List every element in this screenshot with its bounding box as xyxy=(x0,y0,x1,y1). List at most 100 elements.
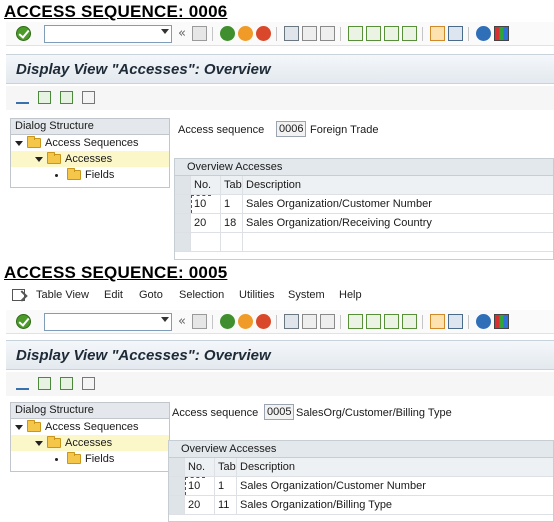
select-all-icon[interactable] xyxy=(82,91,95,104)
expand-triangle-icon[interactable] xyxy=(15,425,23,430)
cell-tab[interactable] xyxy=(221,233,243,251)
help-icon[interactable] xyxy=(476,26,491,41)
collapse-icon[interactable]: « xyxy=(178,314,186,329)
cell-description[interactable]: Sales Organization/Billing Type xyxy=(237,496,547,514)
save-icon[interactable] xyxy=(192,26,207,41)
access-sequence-field[interactable]: 0005 xyxy=(264,404,295,420)
cell-no[interactable]: 20 xyxy=(185,496,215,514)
row-selector[interactable] xyxy=(169,496,185,514)
menu-system[interactable]: System xyxy=(288,289,325,301)
row-selector[interactable] xyxy=(175,233,191,251)
find-icon[interactable] xyxy=(302,26,317,41)
first-page-icon[interactable] xyxy=(348,26,363,41)
table-row-empty[interactable] xyxy=(175,233,553,252)
cell-tab[interactable]: 1 xyxy=(215,477,237,495)
column-header-description[interactable]: Description xyxy=(243,176,553,194)
copy-icon[interactable] xyxy=(38,91,51,104)
cell-description[interactable] xyxy=(243,233,553,251)
menu-selection[interactable]: Selection xyxy=(179,289,224,301)
customize-layout-icon[interactable] xyxy=(494,314,509,329)
row-selector[interactable] xyxy=(169,477,185,495)
display-change-icon[interactable] xyxy=(16,91,29,104)
expand-triangle-icon[interactable] xyxy=(35,441,43,446)
tree-item-accesses[interactable]: Accesses xyxy=(11,435,169,451)
collapse-icon[interactable]: « xyxy=(178,26,186,41)
help-icon[interactable] xyxy=(476,314,491,329)
table-row[interactable]: 10 1 Sales Organization/Customer Number xyxy=(169,477,553,496)
back-icon[interactable] xyxy=(220,314,235,329)
cell-tab[interactable]: 18 xyxy=(221,214,243,232)
details-icon[interactable] xyxy=(60,91,73,104)
command-field[interactable] xyxy=(44,313,172,331)
table-row[interactable]: 10 1 Sales Organization/Customer Number xyxy=(175,195,553,214)
menu-table-view[interactable]: Table View xyxy=(36,289,89,301)
last-page-icon[interactable] xyxy=(402,26,417,41)
find-icon[interactable] xyxy=(302,314,317,329)
table-row[interactable]: 20 11 Sales Organization/Billing Type xyxy=(169,496,553,515)
tree-item-access-sequences[interactable]: Access Sequences xyxy=(11,419,169,435)
next-page-icon[interactable] xyxy=(384,314,399,329)
tree-item-accesses[interactable]: Accesses xyxy=(11,151,169,167)
first-page-icon[interactable] xyxy=(348,314,363,329)
menu-goto[interactable]: Goto xyxy=(139,289,163,301)
cancel-icon[interactable] xyxy=(256,314,271,329)
column-header-no[interactable]: No. xyxy=(191,176,221,194)
select-all-rows-button[interactable] xyxy=(175,176,191,194)
exit-icon[interactable] xyxy=(238,26,253,41)
select-all-icon[interactable] xyxy=(82,377,95,390)
separator xyxy=(422,315,423,329)
customize-layout-icon[interactable] xyxy=(494,26,509,41)
expand-triangle-icon[interactable] xyxy=(35,157,43,162)
shortcut-icon[interactable] xyxy=(448,314,463,329)
previous-page-icon[interactable] xyxy=(366,26,381,41)
back-icon[interactable] xyxy=(220,26,235,41)
next-page-icon[interactable] xyxy=(384,26,399,41)
cell-description[interactable]: Sales Organization/Customer Number xyxy=(243,195,553,213)
exit-icon[interactable] xyxy=(238,314,253,329)
tree-item-access-sequences[interactable]: Access Sequences xyxy=(11,135,169,151)
menu-help[interactable]: Help xyxy=(339,289,362,301)
copy-icon[interactable] xyxy=(38,377,51,390)
cell-description[interactable]: Sales Organization/Receiving Country xyxy=(243,214,553,232)
column-header-tab[interactable]: Tab xyxy=(215,458,237,476)
column-header-description[interactable]: Description xyxy=(237,458,547,476)
cell-no[interactable] xyxy=(191,233,221,251)
find-next-icon[interactable] xyxy=(320,26,335,41)
print-icon[interactable] xyxy=(284,314,299,329)
save-icon[interactable] xyxy=(192,314,207,329)
menu-utilities[interactable]: Utilities xyxy=(239,289,274,301)
enter-icon[interactable] xyxy=(16,26,31,41)
cell-tab[interactable]: 11 xyxy=(215,496,237,514)
row-selector[interactable] xyxy=(175,214,191,232)
details-icon[interactable] xyxy=(60,377,73,390)
command-field[interactable] xyxy=(44,25,172,43)
cell-tab[interactable]: 1 xyxy=(221,195,243,213)
cell-no[interactable]: 20 xyxy=(191,214,221,232)
column-header-tab[interactable]: Tab xyxy=(221,176,243,194)
access-sequence-field[interactable]: 0006 xyxy=(276,121,307,137)
cancel-icon[interactable] xyxy=(256,26,271,41)
enter-icon[interactable] xyxy=(16,314,31,329)
menu-icon[interactable] xyxy=(12,289,25,301)
last-page-icon[interactable] xyxy=(402,314,417,329)
column-header-no[interactable]: No. xyxy=(185,458,215,476)
chevron-down-icon[interactable] xyxy=(161,29,169,34)
previous-page-icon[interactable] xyxy=(366,314,381,329)
shortcut-icon[interactable] xyxy=(448,26,463,41)
find-next-icon[interactable] xyxy=(320,314,335,329)
tree-item-fields[interactable]: Fields xyxy=(11,167,169,183)
table-row[interactable]: 20 18 Sales Organization/Receiving Count… xyxy=(175,214,553,233)
menu-edit[interactable]: Edit xyxy=(104,289,123,301)
chevron-down-icon[interactable] xyxy=(161,317,169,322)
tree-item-fields[interactable]: Fields xyxy=(11,451,169,467)
print-icon[interactable] xyxy=(284,26,299,41)
table-title: Overview Accesses xyxy=(169,441,553,458)
select-all-rows-button[interactable] xyxy=(169,458,185,476)
expand-triangle-icon[interactable] xyxy=(15,141,23,146)
display-change-icon[interactable] xyxy=(16,377,29,390)
create-session-icon[interactable] xyxy=(430,314,445,329)
cell-description[interactable]: Sales Organization/Customer Number xyxy=(237,477,547,495)
create-session-icon[interactable] xyxy=(430,26,445,41)
row-selector[interactable] xyxy=(175,195,191,213)
application-toolbar xyxy=(6,86,554,110)
